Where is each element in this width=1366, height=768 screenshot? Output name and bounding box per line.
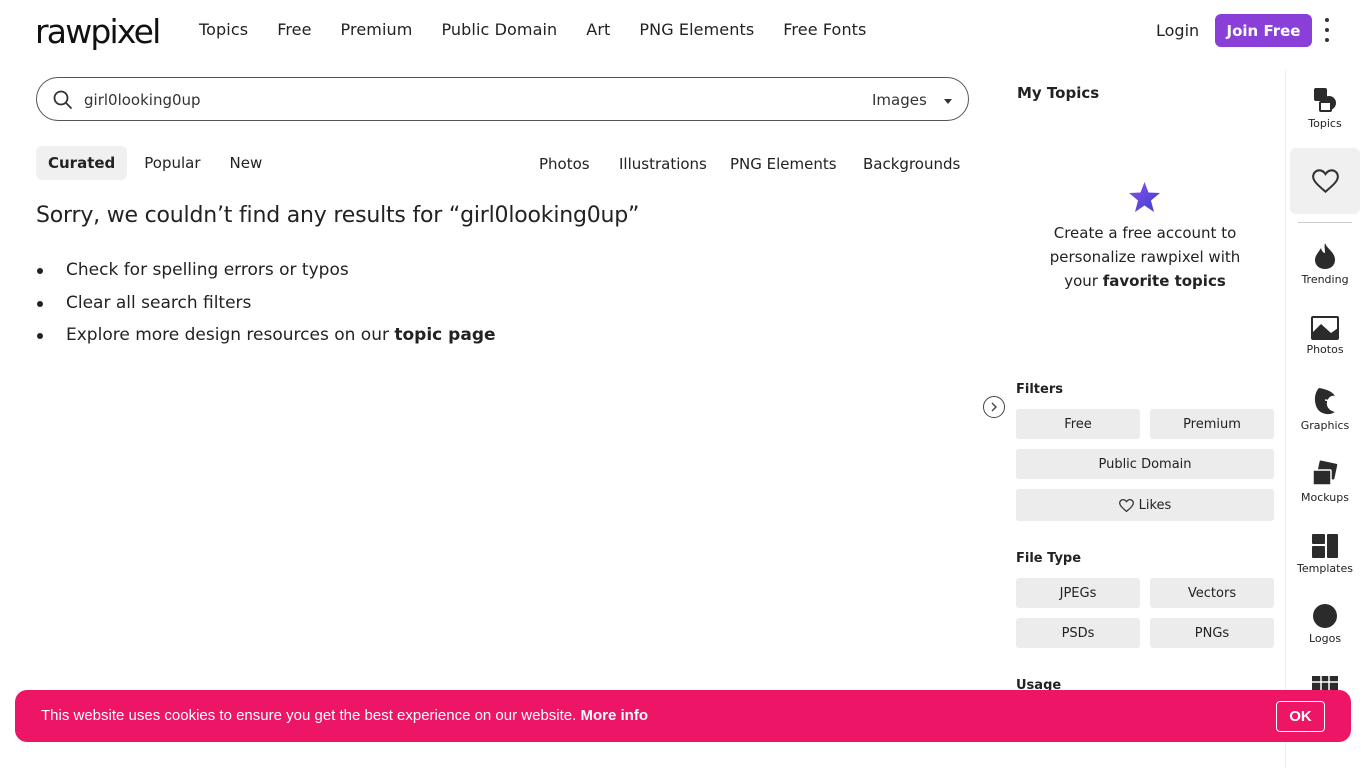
rail-label: Logos xyxy=(1308,632,1342,645)
rail-label: Graphics xyxy=(1300,419,1350,432)
rail-label: Trending xyxy=(1301,273,1349,286)
nav-premium[interactable]: Premium xyxy=(341,20,413,39)
filters-heading: Filters xyxy=(1016,382,1063,397)
suggestion-item: Clear all search filters xyxy=(36,293,496,326)
nav-topics[interactable]: Topics xyxy=(199,20,248,39)
filter-likes-label: Likes xyxy=(1138,497,1172,513)
type-png-elements[interactable]: PNG Elements xyxy=(730,155,837,173)
file-type-psds[interactable]: PSDs xyxy=(1016,618,1140,648)
search-input[interactable]: girl0looking0up xyxy=(84,91,201,109)
suggestion-item: Explore more design resources on our top… xyxy=(36,325,496,358)
promo-bold-text: favorite topics xyxy=(1102,272,1226,290)
logo-circle-icon xyxy=(1313,604,1337,628)
more-info-link[interactable]: More info xyxy=(580,707,648,724)
file-type-vectors[interactable]: Vectors xyxy=(1150,578,1274,608)
category-rail: Topics Trending Photos Graphics Mockups … xyxy=(1285,70,1363,768)
rail-divider xyxy=(1298,222,1352,223)
rail-mockups[interactable]: Mockups xyxy=(1286,460,1364,504)
rail-logos[interactable]: Logos xyxy=(1286,603,1364,645)
promo-text: Create a free account to personalize raw… xyxy=(1049,224,1241,266)
suggestions-list: Check for spelling errors or typos Clear… xyxy=(36,260,496,358)
cookie-banner: This website uses cookies to ensure you … xyxy=(15,690,1351,742)
login-link[interactable]: Login xyxy=(1156,21,1199,40)
filter-likes[interactable]: Likes xyxy=(1016,489,1274,521)
nav-public-domain[interactable]: Public Domain xyxy=(441,20,557,39)
rail-photos[interactable]: Photos xyxy=(1286,316,1364,356)
filter-free[interactable]: Free xyxy=(1016,409,1140,439)
file-type-pngs[interactable]: PNGs xyxy=(1150,618,1274,648)
cookie-text: This website uses cookies to ensure you … xyxy=(41,707,577,724)
topic-page-link[interactable]: topic page xyxy=(394,325,495,345)
nav-png-elements[interactable]: PNG Elements xyxy=(639,20,754,39)
topics-icon xyxy=(1314,88,1336,112)
rail-label: Templates xyxy=(1297,562,1353,575)
mockup-icon xyxy=(1312,460,1338,486)
graphics-icon xyxy=(1314,388,1335,415)
template-icon xyxy=(1312,534,1338,558)
tab-curated[interactable]: Curated xyxy=(36,146,128,180)
nav-free[interactable]: Free xyxy=(277,20,311,39)
filter-public-domain[interactable]: Public Domain xyxy=(1016,449,1274,479)
tab-new[interactable]: New xyxy=(218,146,275,180)
photo-icon xyxy=(1311,316,1339,340)
no-results-heading: Sorry, we couldn’t find any results for … xyxy=(36,203,640,228)
my-topics-heading: My Topics xyxy=(1017,84,1100,102)
main-nav: Topics Free Premium Public Domain Art PN… xyxy=(199,20,896,39)
filter-premium[interactable]: Premium xyxy=(1150,409,1274,439)
tab-popular[interactable]: Popular xyxy=(132,146,212,180)
heart-icon xyxy=(1311,169,1339,193)
file-type-jpegs[interactable]: JPEGs xyxy=(1016,578,1140,608)
rail-trending[interactable]: Trending xyxy=(1286,242,1364,286)
nav-free-fonts[interactable]: Free Fonts xyxy=(783,20,866,39)
more-menu-icon[interactable] xyxy=(1321,18,1333,42)
site-header: rawpixel Topics Free Premium Public Doma… xyxy=(0,0,1366,62)
search-bar[interactable]: girl0looking0up Images xyxy=(36,77,969,121)
chevron-down-icon[interactable] xyxy=(944,99,952,104)
cookie-ok-button[interactable]: OK xyxy=(1276,701,1325,732)
suggestion-text: Explore more design resources on our xyxy=(66,325,389,345)
rail-label: Photos xyxy=(1306,343,1344,356)
type-backgrounds[interactable]: Backgrounds xyxy=(863,155,960,173)
rail-favorites[interactable] xyxy=(1290,148,1360,214)
sort-tabs: Curated Popular New xyxy=(36,146,279,180)
chevron-right-icon xyxy=(991,402,997,412)
rail-templates[interactable]: Templates xyxy=(1286,533,1364,575)
rail-label: Mockups xyxy=(1301,491,1349,504)
search-scope-select[interactable]: Images xyxy=(872,91,927,109)
heart-icon xyxy=(1118,498,1134,512)
rail-graphics[interactable]: Graphics xyxy=(1286,386,1364,432)
cookie-message: This website uses cookies to ensure you … xyxy=(41,707,648,724)
flame-icon xyxy=(1315,243,1335,269)
search-icon xyxy=(53,90,72,109)
type-illustrations[interactable]: Illustrations xyxy=(619,155,707,173)
promo-text: your xyxy=(1064,272,1098,290)
nav-art[interactable]: Art xyxy=(586,20,610,39)
suggestion-item: Check for spelling errors or typos xyxy=(36,260,496,293)
rail-topics[interactable]: Topics xyxy=(1286,86,1364,130)
star-icon xyxy=(1129,182,1160,212)
join-free-button[interactable]: Join Free xyxy=(1215,14,1312,47)
collapse-panel-button[interactable] xyxy=(983,396,1005,418)
rawpixel-logo[interactable]: rawpixel xyxy=(35,12,161,51)
file-type-heading: File Type xyxy=(1016,551,1082,566)
rail-label: Topics xyxy=(1308,117,1342,130)
personalize-promo: Create a free account to personalize raw… xyxy=(1012,221,1278,293)
type-photos[interactable]: Photos xyxy=(539,155,590,173)
